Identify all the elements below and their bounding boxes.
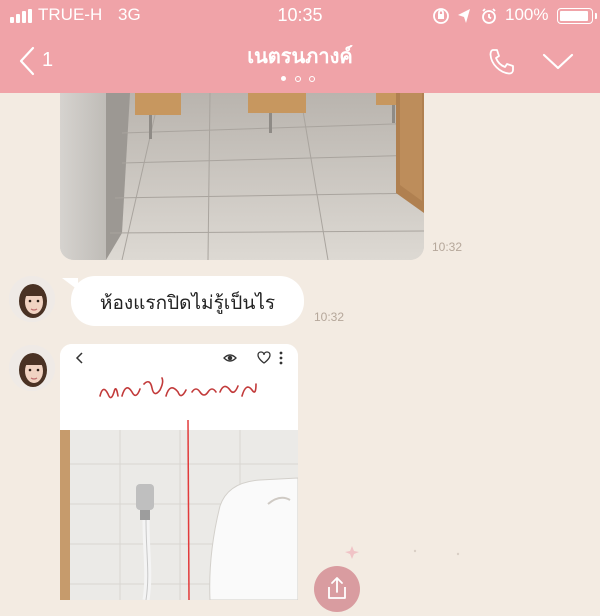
status-icons — [433, 8, 496, 24]
battery-icon — [557, 8, 597, 24]
chevron-down-icon — [542, 53, 574, 70]
avatar[interactable] — [9, 276, 55, 322]
page-dot — [295, 76, 301, 82]
phone-icon — [489, 49, 514, 75]
screen-rotation-lock-icon — [433, 8, 449, 24]
page-dot — [309, 76, 315, 82]
message-text: ห้องแรกปิดไม่รู้เป็นไร — [99, 292, 276, 314]
chat-nav-bar: 1 เนตรนภางค์ — [0, 30, 600, 93]
page-dot — [281, 76, 286, 81]
menu-dropdown-button[interactable] — [540, 48, 576, 74]
profile-photo — [9, 345, 55, 391]
toilet-photo-screenshot — [60, 344, 298, 600]
header-bar: TRUE-H 3G 10:35 100% 1 เนตรนภางค์ — [0, 0, 600, 93]
share-button[interactable] — [314, 566, 360, 612]
status-bar: TRUE-H 3G 10:35 100% — [0, 0, 600, 30]
page-indicator — [281, 76, 321, 84]
call-button[interactable] — [486, 46, 518, 78]
message-time: 10:32 — [314, 310, 345, 324]
location-arrow-icon — [458, 9, 470, 23]
share-icon — [328, 577, 346, 599]
image-message-toilet-screenshot[interactable] — [60, 344, 298, 600]
more-vertical-icon — [279, 351, 283, 365]
message-time: 10:32 — [432, 240, 463, 254]
avatar[interactable] — [9, 345, 55, 391]
image-message-restroom-floor[interactable] — [60, 93, 424, 260]
alarm-clock-icon — [482, 8, 496, 24]
profile-photo — [9, 276, 55, 322]
battery-percentage: 100% — [505, 5, 549, 24]
text-message-bubble[interactable]: ห้องแรกปิดไม่รู้เป็นไร — [62, 276, 304, 326]
restroom-floor-photo — [60, 93, 424, 260]
